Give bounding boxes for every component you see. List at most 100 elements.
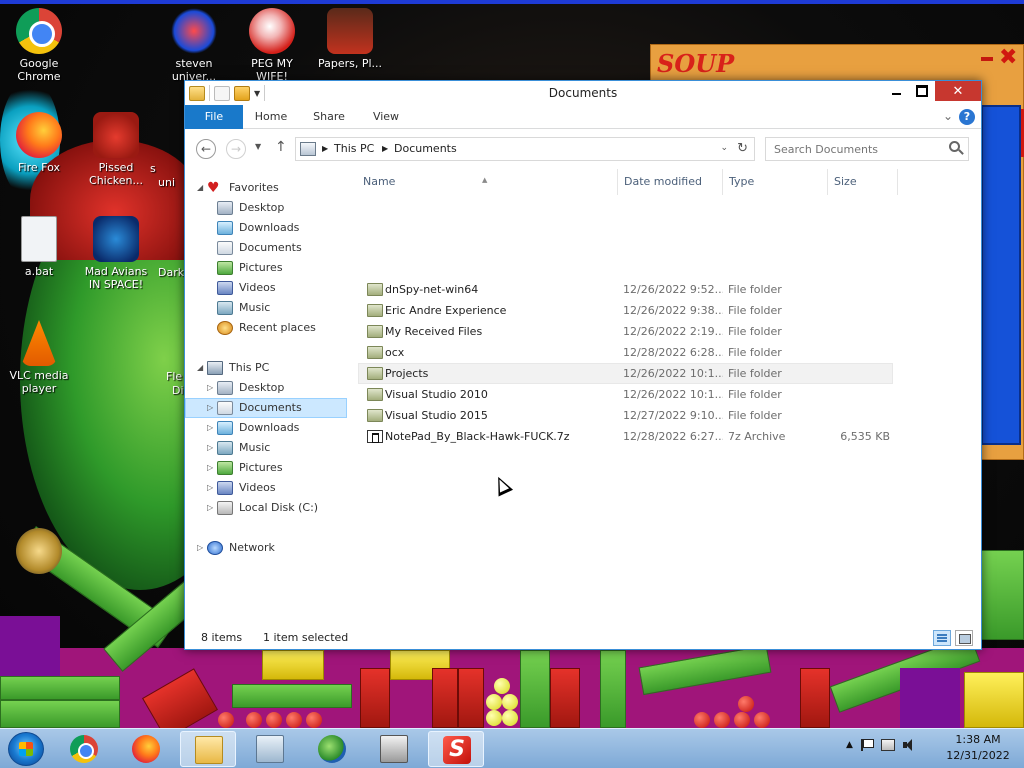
breadcrumb-separator-icon[interactable]: ▶ [382, 144, 388, 153]
taskbar-firefox-button[interactable] [118, 731, 174, 767]
breadcrumb-this-pc[interactable]: This PC [334, 142, 374, 155]
tab-view[interactable]: View [361, 105, 411, 129]
refresh-icon[interactable]: ↻ [737, 141, 748, 156]
expand-arrow-icon[interactable]: ▷ [207, 418, 213, 438]
expand-arrow-icon[interactable]: ▷ [207, 438, 213, 458]
desktop-icon-pissed-chicken[interactable]: Pissed Chicken... [78, 112, 154, 187]
taskbar-chrome-button[interactable] [56, 731, 112, 767]
clock-date: 12/31/2022 [946, 749, 1010, 762]
desktop-icon-google-chrome[interactable]: Google Chrome [1, 8, 77, 83]
nav-fav-recent-places[interactable]: Recent places [185, 318, 347, 338]
desktop-icon-eagle[interactable] [1, 528, 77, 577]
expand-ribbon-chevron-icon[interactable]: ⌄ [943, 109, 953, 123]
nav-fav-documents[interactable]: Documents [185, 238, 347, 258]
title-bar[interactable]: ▼ Documents ✕ [185, 81, 981, 105]
search-icon[interactable] [949, 141, 960, 152]
desktop-icon-mad-avians[interactable]: Mad Avians IN SPACE! [78, 216, 154, 291]
sort-ascending-icon: ▲ [482, 176, 488, 184]
desktop-icon-firefox[interactable]: Fire Fox [1, 112, 77, 174]
maximize-button[interactable] [909, 81, 935, 101]
close-button[interactable]: ✕ [935, 81, 981, 101]
address-bar[interactable]: ▶ This PC ▶ Documents ⌄ ↻ [295, 137, 755, 161]
file-row[interactable]: My Received Files 12/26/2022 2:19... Fil… [358, 321, 893, 342]
nav-fav-desktop[interactable]: Desktop [185, 198, 347, 218]
column-header-name[interactable]: ▲ Name [348, 169, 618, 195]
file-list: ▲ Name Date modified Type Size dnSpy-net… [348, 169, 981, 629]
details-view-button[interactable] [933, 630, 951, 646]
action-center-flag-icon[interactable] [860, 739, 874, 751]
nav-fav-videos[interactable]: Videos [185, 278, 347, 298]
recent-locations-dropdown-icon[interactable]: ▼ [255, 142, 261, 151]
nav-favorites[interactable]: ◢ ♥ Favorites [185, 178, 347, 198]
pictures-folder-icon [217, 461, 233, 475]
desktop-icon-papers-please[interactable]: Papers, Pl... [312, 8, 388, 70]
show-hidden-icons-icon[interactable]: ▲ [846, 740, 853, 750]
vlc-cone-icon [21, 320, 57, 366]
up-one-level-button[interactable]: ↑ [275, 139, 287, 155]
expand-arrow-icon[interactable]: ▷ [207, 458, 213, 478]
column-header-date[interactable]: Date modified [618, 169, 723, 195]
taskbar-performance-button[interactable] [242, 731, 298, 767]
volume-icon[interactable] [902, 739, 917, 751]
expand-arrow-icon[interactable]: ▷ [207, 398, 213, 418]
clock[interactable]: 1:38 AM 12/31/2022 [938, 732, 1018, 764]
game-minimize-button[interactable] [981, 57, 993, 61]
nav-pc-documents[interactable]: ▷ Documents [185, 398, 347, 418]
nav-fav-downloads[interactable]: Downloads [185, 218, 347, 238]
minimize-button[interactable] [883, 81, 909, 101]
forward-button[interactable]: → [226, 139, 246, 159]
explorer-window[interactable]: ▼ Documents ✕ File Home Share View ⌄ ? ←… [184, 80, 982, 650]
search-box[interactable] [765, 137, 969, 161]
nav-this-pc[interactable]: ◢ This PC [185, 358, 347, 378]
column-header-size[interactable]: Size [828, 169, 898, 195]
file-row-selected[interactable]: Projects 12/26/2022 10:1... File folder [358, 363, 893, 384]
desktop-icon-a-bat[interactable]: a.bat [1, 216, 77, 278]
help-icon[interactable]: ? [959, 109, 975, 125]
desktop-icon-vlc[interactable]: VLC media player [1, 320, 77, 395]
nav-fav-pictures[interactable]: Pictures [185, 258, 347, 278]
file-row[interactable]: NotePad_By_Black-Hawk-FUCK.7z 12/28/2022… [358, 426, 893, 447]
column-header-type[interactable]: Type [723, 169, 828, 195]
nav-network[interactable]: ▷ Network [185, 538, 347, 558]
file-row[interactable]: Eric Andre Experience 12/26/2022 9:38...… [358, 300, 893, 321]
file-row[interactable]: Visual Studio 2015 12/27/2022 9:10... Fi… [358, 405, 893, 426]
nav-pc-local-disk[interactable]: ▷ Local Disk (C:) [185, 498, 347, 518]
tab-file[interactable]: File [185, 105, 243, 129]
search-input[interactable] [766, 138, 942, 160]
wallpaper-ball [494, 678, 510, 694]
large-icons-view-button[interactable] [955, 630, 973, 646]
nav-pc-music[interactable]: ▷ Music [185, 438, 347, 458]
file-row[interactable]: ocx 12/28/2022 6:28... File folder [358, 342, 893, 363]
game-close-button[interactable]: ✖ [999, 45, 1017, 70]
taskbar-file-explorer-button[interactable] [180, 731, 236, 767]
expand-arrow-icon[interactable]: ▷ [207, 378, 213, 398]
nav-item-label: Favorites [229, 181, 279, 194]
expand-arrow-icon[interactable]: ▷ [197, 538, 203, 558]
desktop-folder-icon [217, 201, 233, 215]
desktop-icon-steven-universe[interactable]: steven univer... [156, 8, 232, 83]
file-row[interactable]: dnSpy-net-win64 12/26/2022 9:52... File … [358, 279, 893, 300]
tab-share[interactable]: Share [301, 105, 357, 129]
file-row[interactable]: Visual Studio 2010 12/26/2022 10:1... Fi… [358, 384, 893, 405]
breadcrumb-separator-icon[interactable]: ▶ [322, 144, 328, 153]
desktop-icon-peg-my-wife[interactable]: PEG MY WIFE! [234, 8, 310, 83]
breadcrumb-documents[interactable]: Documents [394, 142, 457, 155]
start-button[interactable] [8, 732, 44, 766]
nav-pc-downloads[interactable]: ▷ Downloads [185, 418, 347, 438]
network-status-icon[interactable] [880, 739, 895, 751]
taskbar-server-button[interactable] [366, 731, 422, 767]
collapse-arrow-icon[interactable]: ◢ [197, 178, 203, 198]
expand-arrow-icon[interactable]: ▷ [207, 478, 213, 498]
nav-pc-pictures[interactable]: ▷ Pictures [185, 458, 347, 478]
tab-home[interactable]: Home [245, 105, 297, 129]
nav-fav-music[interactable]: Music [185, 298, 347, 318]
taskbar-users-button[interactable] [304, 731, 360, 767]
expand-arrow-icon[interactable]: ▷ [207, 498, 213, 518]
back-button[interactable]: ← [196, 139, 216, 159]
address-history-dropdown-icon[interactable]: ⌄ [720, 143, 728, 153]
nav-item-label: Local Disk (C:) [239, 501, 319, 514]
collapse-arrow-icon[interactable]: ◢ [197, 358, 203, 378]
nav-pc-desktop[interactable]: ▷ Desktop [185, 378, 347, 398]
taskbar-game-button[interactable]: S [428, 731, 484, 767]
nav-pc-videos[interactable]: ▷ Videos [185, 478, 347, 498]
